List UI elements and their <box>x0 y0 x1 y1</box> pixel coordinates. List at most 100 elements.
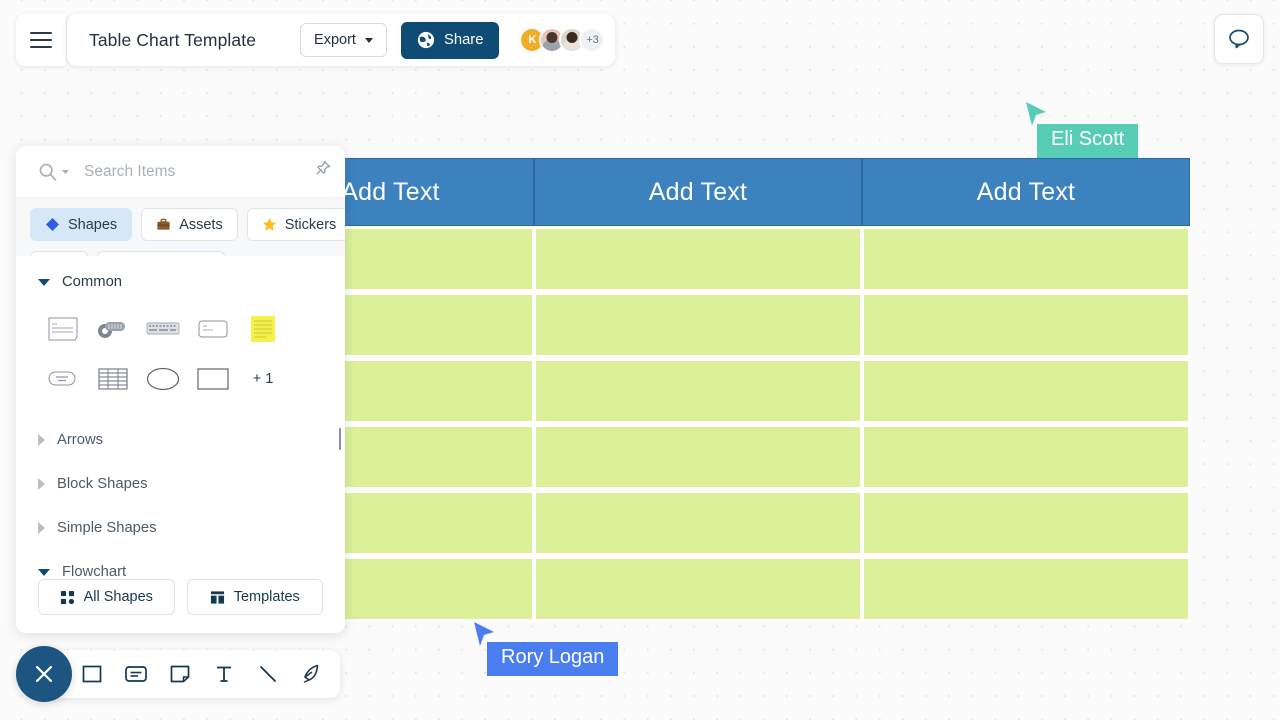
keyboard-shape-icon[interactable] <box>138 304 188 354</box>
common-shapes-grid: + 1 <box>38 304 323 404</box>
ellipse-shape-icon[interactable] <box>138 354 188 404</box>
note-icon <box>170 665 190 683</box>
table-row <box>247 358 1190 424</box>
search-input[interactable] <box>84 162 284 181</box>
blue-diamond-icon <box>46 218 59 231</box>
table-cell[interactable] <box>862 292 1190 358</box>
shape-group-flowchart-label: Flowchart <box>62 564 127 579</box>
triangle-right-icon <box>38 434 45 446</box>
shape-group-arrows[interactable]: Arrows <box>38 432 323 448</box>
close-toolbar-button[interactable] <box>16 646 72 702</box>
tape-shape-icon[interactable] <box>88 304 138 354</box>
table-cell[interactable] <box>862 490 1190 556</box>
panel-tabs-area: Shapes Assets Stickers <box>16 198 345 281</box>
shape-group-simple-shapes-label: Simple Shapes <box>57 520 157 536</box>
more-shapes-count[interactable]: + 1 <box>238 354 288 404</box>
search-icon-group[interactable] <box>38 162 70 182</box>
close-x-icon <box>35 665 53 683</box>
table-cell[interactable] <box>862 424 1190 490</box>
top-app-bar: Table Chart Template Export Share K +3 <box>16 14 616 66</box>
table-header-cell-3[interactable]: Add Text <box>862 158 1190 226</box>
sticky-note-shape-icon[interactable] <box>238 304 288 354</box>
tab-assets-label: Assets <box>179 216 223 233</box>
table-cell[interactable] <box>534 226 862 292</box>
briefcase-icon <box>157 218 170 230</box>
comment-bubble-icon <box>1229 29 1249 49</box>
tab-stickers[interactable]: Stickers <box>246 208 345 241</box>
table-cell[interactable] <box>534 424 862 490</box>
shape-tool-button[interactable] <box>78 660 106 688</box>
table-cell[interactable] <box>862 226 1190 292</box>
pen-tool-button[interactable] <box>298 660 326 688</box>
text-tool-button[interactable] <box>210 660 238 688</box>
top-bar-main: Table Chart Template Export Share K +3 <box>67 14 616 66</box>
layout-icon <box>210 590 224 604</box>
chevron-down-icon <box>364 37 373 43</box>
caret-down-icon <box>62 170 69 174</box>
export-button-label: Export <box>314 32 356 48</box>
hamburger-menu-button[interactable] <box>16 14 66 66</box>
note-tool-button[interactable] <box>166 660 194 688</box>
tab-assets[interactable]: Assets <box>141 208 238 241</box>
table-cell[interactable] <box>862 556 1190 622</box>
card-tool-button[interactable] <box>122 660 150 688</box>
table-cell[interactable] <box>534 358 862 424</box>
grid-dots-icon <box>60 590 74 604</box>
all-shapes-button[interactable]: All Shapes <box>38 579 175 615</box>
table-chart-object[interactable]: Add Text Add Text Add Text <box>247 158 1190 622</box>
collaborator-label-rory: Rory Logan <box>487 642 619 676</box>
pin-button[interactable] <box>315 160 331 181</box>
table-cell[interactable] <box>534 292 862 358</box>
table-cell[interactable] <box>534 490 862 556</box>
avatar-overflow-count[interactable]: +3 <box>579 27 606 53</box>
shape-group-flowchart[interactable]: Flowchart <box>38 564 323 579</box>
panel-scrollbar-thumb[interactable] <box>339 428 341 450</box>
shape-group-common-label: Common <box>62 274 123 290</box>
table-cell[interactable] <box>862 358 1190 424</box>
templates-button[interactable]: Templates <box>186 579 323 615</box>
avatar-photo-head <box>566 32 578 43</box>
document-title[interactable]: Table Chart Template <box>89 30 286 51</box>
collaborator-avatars: K +3 <box>513 27 606 53</box>
shapes-panel: Shapes Assets Stickers <box>16 146 345 633</box>
panel-footer: All Shapes Templates <box>16 579 345 633</box>
search-row <box>16 146 345 198</box>
table-header-row: Add Text Add Text Add Text <box>247 158 1190 226</box>
square-icon <box>82 665 102 683</box>
table-row <box>247 226 1190 292</box>
shape-group-common[interactable]: Common <box>38 274 323 290</box>
shape-group-block-shapes[interactable]: Block Shapes <box>38 476 323 492</box>
text-t-icon <box>217 666 231 682</box>
card-icon <box>125 666 147 682</box>
comment-button[interactable] <box>1214 14 1264 64</box>
table-row <box>247 556 1190 622</box>
triangle-right-icon <box>38 522 45 534</box>
table-cell[interactable] <box>534 556 862 622</box>
line-tool-button[interactable] <box>254 660 282 688</box>
triangle-down-icon <box>38 568 50 576</box>
rounded-label-shape-icon[interactable] <box>38 354 88 404</box>
rounded-card-shape-icon[interactable] <box>188 304 238 354</box>
table-row <box>247 490 1190 556</box>
all-shapes-button-label: All Shapes <box>83 589 153 605</box>
tab-shapes[interactable]: Shapes <box>30 208 133 241</box>
bottom-toolbar <box>16 646 340 702</box>
triangle-down-icon <box>38 278 50 286</box>
panel-scroll-area[interactable]: Common + 1 Arrows Block Shapes Simple Sh… <box>16 256 345 579</box>
card-shape-icon[interactable] <box>38 304 88 354</box>
tool-strip <box>50 650 340 698</box>
export-button[interactable]: Export <box>300 23 387 57</box>
collaborator-cursor-arrow-rory <box>474 622 494 646</box>
table-row <box>247 424 1190 490</box>
share-button-label: Share <box>443 32 484 48</box>
share-button[interactable]: Share <box>400 21 500 59</box>
search-icon <box>39 163 57 181</box>
shape-group-simple-shapes[interactable]: Simple Shapes <box>38 520 323 536</box>
avatar-photo-head <box>546 32 558 43</box>
tab-stickers-label: Stickers <box>284 216 337 233</box>
triangle-right-icon <box>38 478 45 490</box>
table-shape-icon[interactable] <box>88 354 138 404</box>
rectangle-shape-icon[interactable] <box>188 354 238 404</box>
table-header-cell-2[interactable]: Add Text <box>534 158 862 226</box>
collaborator-cursor-arrow-eli <box>1026 102 1046 126</box>
